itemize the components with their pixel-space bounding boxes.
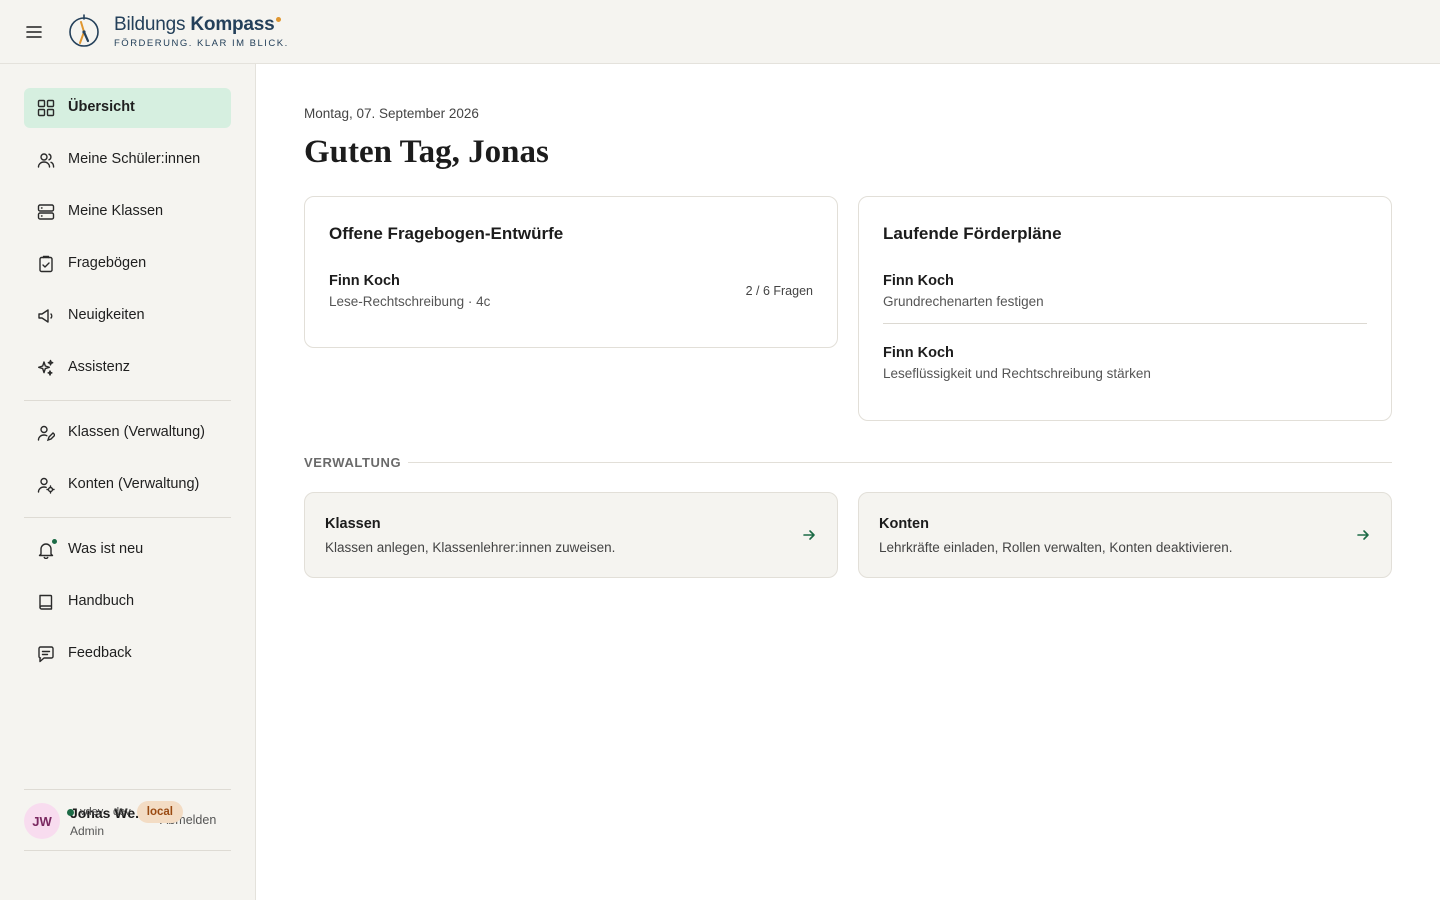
book-icon [36,592,56,612]
student-name: Finn Koch [329,273,400,289]
page-title: Guten Tag, Jonas [304,134,549,170]
sidebar-item-label: Klassen (Verwaltung) [68,424,206,440]
admin-card-title: Klassen [325,516,381,532]
current-date: Montag, 07. September 2026 [304,106,479,121]
student-name: Finn Koch [883,273,954,289]
bell-icon [36,538,58,560]
environment-indicator: vdev · dev local [67,800,183,824]
megaphone-icon [36,306,56,326]
sidebar: Übersicht Meine Schüler:innen Meine Klas… [0,64,256,900]
admin-card-title: Konten [879,516,929,532]
sidebar-item-klassen-verwaltung[interactable]: Klassen (Verwaltung) [24,413,231,453]
arrow-right-icon [1355,527,1371,543]
section-label: VERWALTUNG [304,455,402,470]
sparkles-icon [36,358,56,378]
sidebar-item-label: Neuigkeiten [68,307,145,323]
message-icon [36,644,56,664]
sidebar-item-label: Übersicht [68,99,135,115]
entry-subtitle: Grundrechenarten festigen [883,294,1044,309]
sidebar-item-uebersicht[interactable]: Übersicht [24,88,231,128]
grid-icon [36,98,56,118]
admin-card-description: Lehrkräfte einladen, Rollen verwalten, K… [879,540,1233,555]
users-icon [36,150,56,170]
user-role: Admin [70,824,105,838]
sidebar-item-label: Assistenz [68,359,131,375]
sidebar-item-assistenz[interactable]: Assistenz [24,348,231,388]
section-divider [408,462,1392,463]
sidebar-item-neuigkeiten[interactable]: Neuigkeiten [24,296,231,336]
environment-text: vdev · dev [80,806,131,818]
card-title: Offene Fragebogen-Entwürfe [329,224,564,243]
environment-badge: local [136,801,183,823]
admin-card-klassen[interactable]: Klassen Klassen anlegen, Klassenlehrer:i… [304,492,838,578]
entry-subtitle: Leseflüssigkeit und Rechtschreibung stär… [883,366,1151,381]
user-edit-icon [36,423,56,443]
list-item[interactable]: Finn Koch Grundrechenarten festigen [883,273,1367,309]
sidebar-item-label: Meine Schüler:innen [68,151,201,167]
top-bar: Bildungs Kompass FÖRDERUNG. KLAR IM BLIC… [0,0,1440,64]
sidebar-item-label: Meine Klassen [68,203,164,219]
sidebar-item-label: Fragebögen [68,255,147,271]
stack-icon [36,202,56,222]
list-item[interactable]: Finn Koch Lese-Rechtschreibung · 4c 2 / … [329,273,813,309]
admin-card-description: Klassen anlegen, Klassenlehrer:innen zuw… [325,540,616,555]
admin-card-konten[interactable]: Konten Lehrkräfte einladen, Rollen verwa… [858,492,1392,578]
compass-logo-icon[interactable] [67,13,101,49]
user-cog-icon [36,475,56,495]
avatar[interactable]: JW [24,803,60,839]
sidebar-divider [24,400,231,401]
plans-card: Laufende Förderpläne Finn Koch Grundrech… [858,196,1392,421]
sidebar-item-konten-verwaltung[interactable]: Konten (Verwaltung) [24,465,231,505]
sidebar-item-klassen[interactable]: Meine Klassen [24,192,231,232]
student-name: Finn Koch [883,345,954,361]
sidebar-item-label: Konten (Verwaltung) [68,476,200,492]
notification-badge [51,538,58,545]
status-dot-icon [67,808,74,816]
progress-count: 2 / 6 Fragen [745,284,813,298]
drafts-card: Offene Fragebogen-Entwürfe Finn Koch Les… [304,196,838,348]
sidebar-item-label: Was ist neu [68,541,144,557]
sidebar-divider [24,517,231,518]
brand[interactable]: Bildungs Kompass FÖRDERUNG. KLAR IM BLIC… [114,14,289,49]
sidebar-item-label: Feedback [68,645,132,661]
list-divider [883,323,1367,324]
sidebar-item-label: Handbuch [68,593,135,609]
sidebar-item-feedback[interactable]: Feedback [24,634,231,674]
sidebar-item-was-ist-neu[interactable]: Was ist neu [24,530,231,570]
sidebar-item-frageboegen[interactable]: Fragebögen [24,244,231,284]
card-title: Laufende Förderpläne [883,224,1062,243]
brand-dot-icon [275,17,281,22]
sidebar-item-schueler[interactable]: Meine Schüler:innen [24,140,231,180]
brand-name: Bildungs Kompass [114,14,289,36]
list-item[interactable]: Finn Koch Leseflüssigkeit und Rechtschre… [883,345,1367,381]
entry-subtitle: Lese-Rechtschreibung · 4c [329,294,491,309]
brand-tagline: FÖRDERUNG. KLAR IM BLICK. [114,38,289,49]
clipboard-icon [36,254,56,274]
hamburger-menu-icon[interactable] [22,20,46,44]
sidebar-item-handbuch[interactable]: Handbuch [24,582,231,622]
arrow-right-icon [801,527,817,543]
